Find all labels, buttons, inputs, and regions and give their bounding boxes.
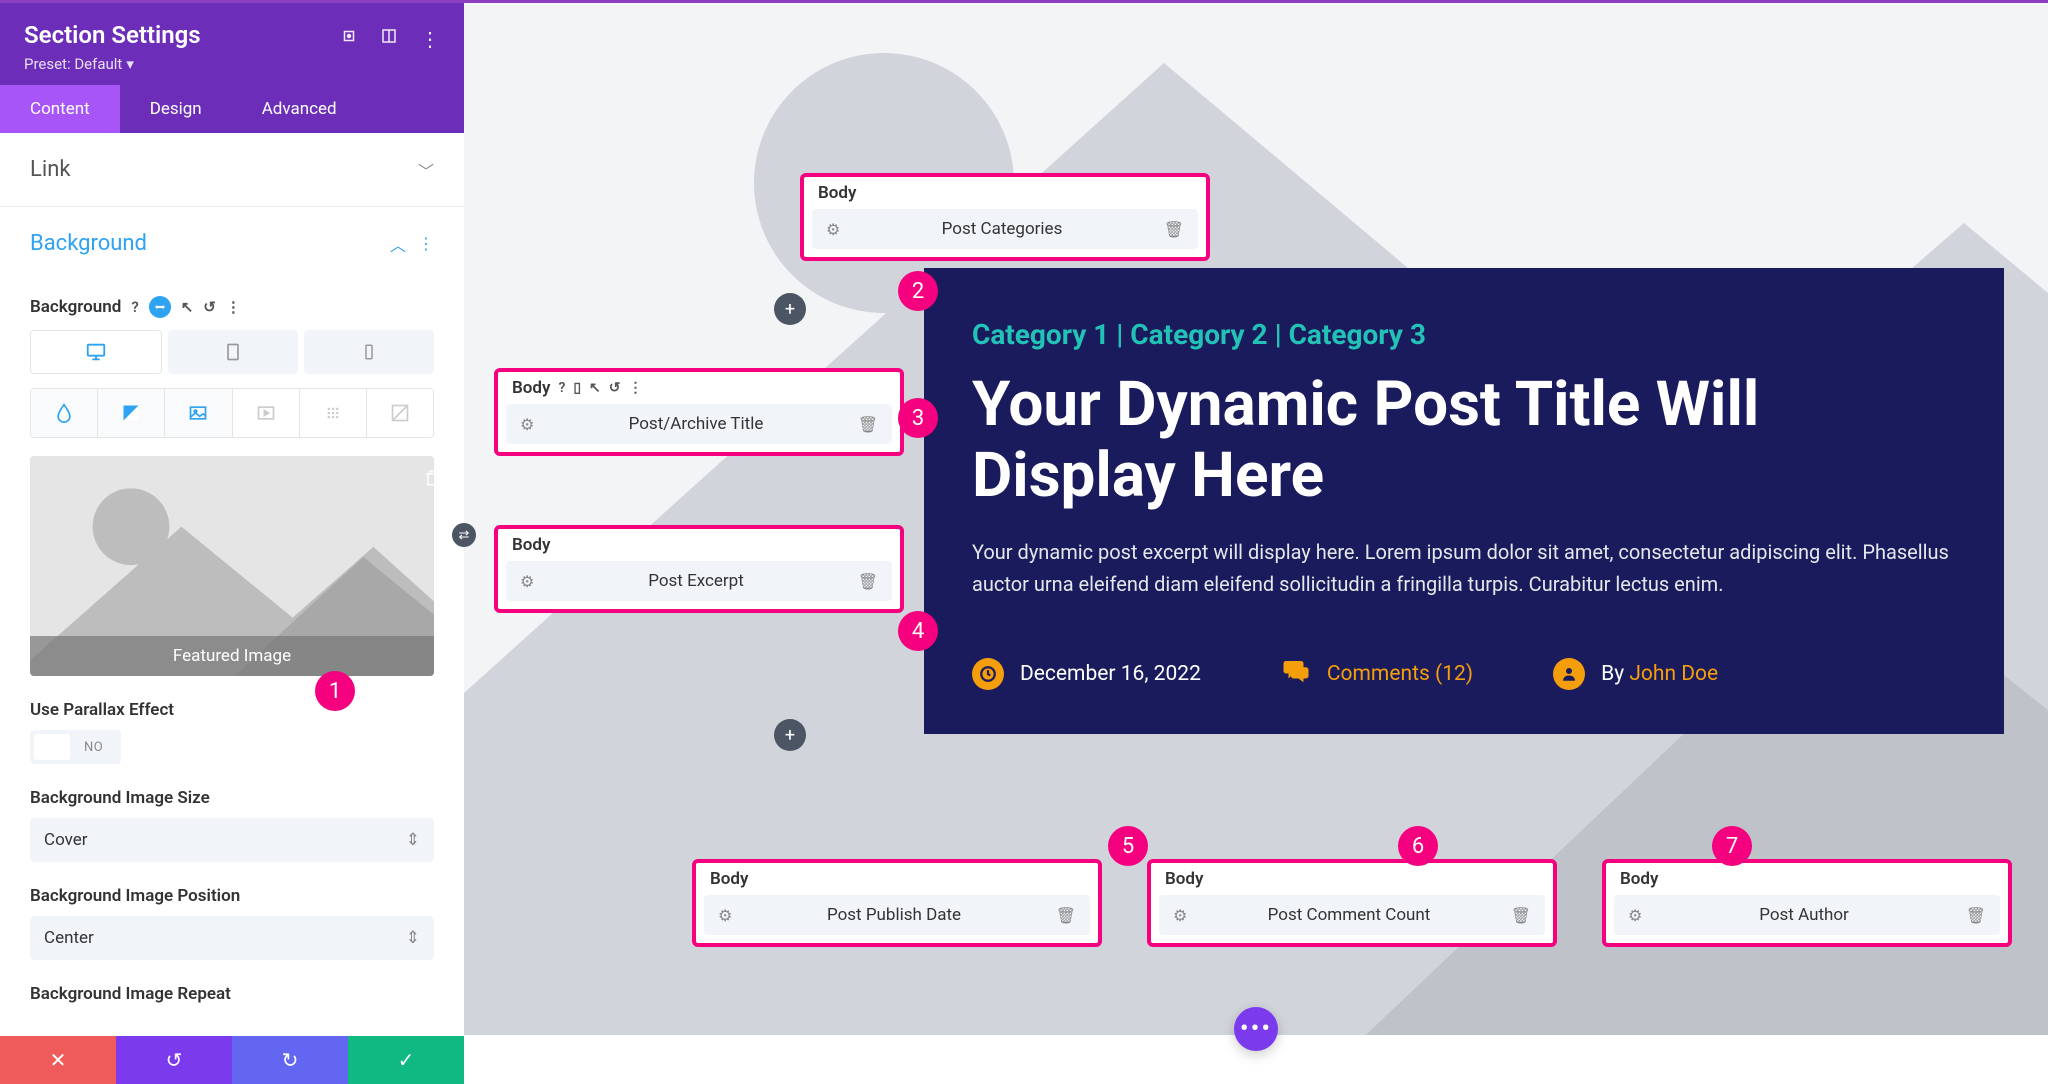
tablet-icon[interactable]: ▯ xyxy=(573,380,581,396)
panel-title: Section Settings xyxy=(24,21,201,49)
quick-actions-button[interactable]: ••• xyxy=(1234,1007,1278,1051)
gear-icon[interactable]: ⚙ xyxy=(520,572,534,591)
chevron-down-icon: ﹀ xyxy=(418,158,434,182)
bg-type-image[interactable] xyxy=(165,389,232,437)
meta-author: By John Doe xyxy=(1553,658,1718,690)
bg-type-gradient[interactable] xyxy=(98,389,165,437)
post-excerpt: Your dynamic post excerpt will display h… xyxy=(972,536,1956,600)
undo-button[interactable]: ↺ xyxy=(116,1036,232,1084)
parallax-toggle[interactable]: NO xyxy=(30,730,121,764)
user-icon xyxy=(1553,658,1585,690)
device-phone[interactable] xyxy=(304,330,434,374)
accordion-background[interactable]: Background ︿⋮ xyxy=(0,207,464,280)
outline-post-comments[interactable]: Body ⚙ Post Comment Count 🗑 xyxy=(1147,859,1557,947)
dynamic-icon[interactable] xyxy=(149,296,171,318)
bg-size-label: Background Image Size xyxy=(30,788,434,808)
settings-tabs: Content Design Advanced xyxy=(0,85,464,133)
tab-advanced[interactable]: Advanced xyxy=(232,85,367,133)
trash-icon[interactable]: 🗑 xyxy=(1511,906,1531,925)
bg-position-select[interactable]: Center⇕ xyxy=(30,916,434,960)
outline-post-date[interactable]: Body ⚙ Post Publish Date 🗑 xyxy=(692,859,1102,947)
accordion-link[interactable]: Link ﹀ xyxy=(0,133,464,207)
hover-icon[interactable]: ↖ xyxy=(181,298,194,316)
preset-selector[interactable]: Preset: Default▾ xyxy=(24,55,201,73)
outline-post-author[interactable]: Body ⚙ Post Author 🗑 xyxy=(1602,859,2012,947)
hero-section: Category 1 | Category 2 | Category 3 You… xyxy=(924,268,2004,734)
meta-date: December 16, 2022 xyxy=(972,658,1201,690)
parallax-label: Use Parallax Effect xyxy=(30,700,434,720)
save-button[interactable]: ✓ xyxy=(348,1036,464,1084)
settings-body: Link ﹀ Background ︿⋮ Background ? ↖ ↺ ⋮ xyxy=(0,133,464,1036)
gear-icon[interactable]: ⚙ xyxy=(520,415,534,434)
help-icon[interactable]: ? xyxy=(131,298,138,316)
device-desktop[interactable] xyxy=(30,330,162,374)
device-tablet[interactable] xyxy=(168,330,298,374)
gear-icon[interactable]: ⚙ xyxy=(1628,906,1642,925)
clock-icon xyxy=(972,658,1004,690)
bg-size-select[interactable]: Cover⇕ xyxy=(30,818,434,862)
hover-icon[interactable]: ↖ xyxy=(589,380,601,396)
trash-icon[interactable]: 🗑 xyxy=(1966,906,1986,925)
trash-icon[interactable]: 🗑 xyxy=(1056,906,1076,925)
trash-icon[interactable]: 🗑 xyxy=(858,415,878,434)
help-icon[interactable]: ? xyxy=(558,380,565,396)
settings-sidebar: Section Settings Preset: Default▾ ⋮ Cont… xyxy=(0,3,464,1084)
annotation-badge-5: 5 xyxy=(1108,826,1148,866)
annotation-badge-3: 3 xyxy=(898,398,938,438)
background-image-preview[interactable]: Featured Image xyxy=(30,456,434,676)
tab-design[interactable]: Design xyxy=(120,85,232,133)
sidebar-header: Section Settings Preset: Default▾ ⋮ xyxy=(0,3,464,85)
author-link[interactable]: John Doe xyxy=(1629,662,1718,686)
trash-icon[interactable]: 🗑 xyxy=(858,572,878,591)
sidebar-footer: ✕ ↺ ↻ ✓ xyxy=(0,1036,464,1084)
cancel-button[interactable]: ✕ xyxy=(0,1036,116,1084)
more-icon[interactable]: ⋮ xyxy=(418,234,434,253)
gear-icon[interactable]: ⚙ xyxy=(718,906,732,925)
more-icon[interactable]: ⋮ xyxy=(226,298,241,316)
meta-comments[interactable]: Comments (12) xyxy=(1281,656,1473,692)
featured-image-label: Featured Image xyxy=(30,636,434,676)
more-icon[interactable]: ⋮ xyxy=(420,27,440,51)
annotation-badge-6: 6 xyxy=(1398,826,1438,866)
outline-post-categories[interactable]: Body ⚙ Post Categories 🗑 xyxy=(800,173,1210,261)
trash-icon[interactable]: 🗑 xyxy=(1164,220,1184,239)
reset-icon[interactable]: ↺ xyxy=(203,298,216,316)
redo-button[interactable]: ↻ xyxy=(232,1036,348,1084)
gear-icon[interactable]: ⚙ xyxy=(826,220,840,239)
comments-icon xyxy=(1281,656,1311,692)
bg-type-pattern[interactable] xyxy=(300,389,367,437)
annotation-badge-2: 2 xyxy=(898,271,938,311)
layout-icon[interactable] xyxy=(380,27,398,51)
post-categories[interactable]: Category 1 | Category 2 | Category 3 xyxy=(972,318,1956,351)
add-module-button[interactable]: + xyxy=(774,293,806,325)
builder-canvas: + + Category 1 | Category 2 | Category 3… xyxy=(464,3,2048,1081)
bg-repeat-label: Background Image Repeat xyxy=(30,984,434,1004)
bg-type-mask[interactable] xyxy=(367,389,433,437)
bg-type-color[interactable] xyxy=(31,389,98,437)
outline-post-title[interactable]: Body ? ▯ ↖ ↺ ⋮ ⚙ Post/Archive Title 🗑 xyxy=(494,368,904,456)
bg-position-label: Background Image Position xyxy=(30,886,434,906)
outline-post-excerpt[interactable]: Body ⚙ Post Excerpt 🗑 xyxy=(494,525,904,613)
more-icon[interactable]: ⋮ xyxy=(629,380,643,396)
annotation-badge-7: 7 xyxy=(1712,826,1752,866)
chevron-up-icon: ︿ xyxy=(390,232,406,256)
annotation-badge-1: 1 xyxy=(315,671,355,711)
expand-icon[interactable] xyxy=(340,27,358,51)
tab-content[interactable]: Content xyxy=(0,85,120,133)
background-label: Background xyxy=(30,297,121,317)
add-module-button[interactable]: + xyxy=(774,719,806,751)
annotation-badge-4: 4 xyxy=(898,611,938,651)
resize-handle[interactable]: ⇄ xyxy=(452,523,476,547)
reset-icon[interactable]: ↺ xyxy=(609,380,621,396)
gear-icon[interactable]: ⚙ xyxy=(1173,906,1187,925)
post-title: Your Dynamic Post Title Will Display Her… xyxy=(972,369,1956,512)
bg-type-video[interactable] xyxy=(233,389,300,437)
